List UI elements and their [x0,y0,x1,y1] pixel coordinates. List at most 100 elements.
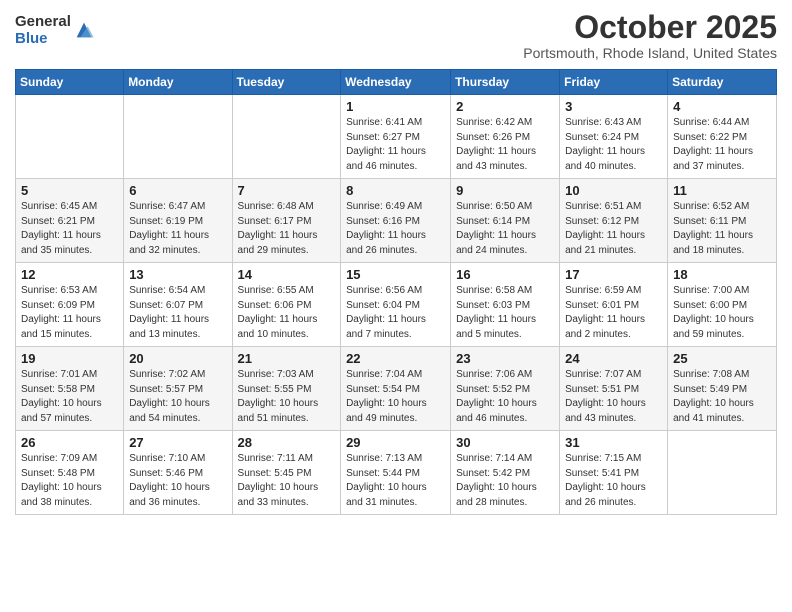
day-number: 9 [456,183,554,198]
day-number: 16 [456,267,554,282]
day-info: Sunrise: 6:54 AM Sunset: 6:07 PM Dayligh… [129,284,226,342]
day-info: Sunrise: 6:49 AM Sunset: 6:16 PM Dayligh… [346,200,445,258]
day-number: 20 [129,351,226,366]
day-info: Sunrise: 7:06 AM Sunset: 5:52 PM Dayligh… [456,368,554,426]
table-row: 17 Sunrise: 6:59 AM Sunset: 6:01 PM Dayli… [560,263,668,347]
day-info: Sunrise: 7:00 AM Sunset: 6:00 PM Dayligh… [673,284,771,342]
day-number: 23 [456,351,554,366]
day-number: 4 [673,99,771,114]
calendar-table: Sunday Monday Tuesday Wednesday Thursday… [15,69,777,515]
day-number: 19 [21,351,118,366]
table-row: 19 Sunrise: 7:01 AM Sunset: 5:58 PM Dayli… [16,347,124,431]
month-title: October 2025 [523,10,777,45]
day-number: 31 [565,435,662,450]
table-row: 26 Sunrise: 7:09 AM Sunset: 5:48 PM Dayli… [16,431,124,515]
day-number: 29 [346,435,445,450]
col-wednesday: Wednesday [341,70,451,95]
day-info: Sunrise: 6:55 AM Sunset: 6:06 PM Dayligh… [238,284,336,342]
table-row: 4Sunrise: 6:44 AM Sunset: 6:22 PM Daylig… [668,95,777,179]
col-tuesday: Tuesday [232,70,341,95]
day-number: 11 [673,183,771,198]
day-number: 8 [346,183,445,198]
day-info: Sunrise: 6:53 AM Sunset: 6:09 PM Dayligh… [21,284,118,342]
day-number: 18 [673,267,771,282]
day-info: Sunrise: 6:41 AM Sunset: 6:27 PM Dayligh… [346,116,445,174]
table-row: 27Sunrise: 7:10 AM Sunset: 5:46 PM Dayli… [124,431,232,515]
day-number: 24 [565,351,662,366]
day-number: 13 [129,267,226,282]
calendar-header-row: Sunday Monday Tuesday Wednesday Thursday… [16,70,777,95]
table-row: 20 Sunrise: 7:02 AM Sunset: 5:57 PM Dayli… [124,347,232,431]
day-info: Sunrise: 7:10 AM Sunset: 5:46 PM Dayligh… [129,452,226,510]
table-row [232,95,341,179]
day-info: Sunrise: 7:13 AM Sunset: 5:44 PM Dayligh… [346,452,445,510]
table-row: 18 Sunrise: 7:00 AM Sunset: 6:00 PM Dayli… [668,263,777,347]
table-row: 9 Sunrise: 6:50 AM Sunset: 6:14 PM Daylig… [451,179,560,263]
location-subtitle: Portsmouth, Rhode Island, United States [523,45,777,61]
logo-general-text: General [15,14,71,31]
day-number: 5 [21,183,118,198]
table-row: 21Sunrise: 7:03 AM Sunset: 5:55 PM Dayli… [232,347,341,431]
table-row: 10 Sunrise: 6:51 AM Sunset: 6:12 PM Dayli… [560,179,668,263]
title-block: October 2025 Portsmouth, Rhode Island, U… [523,10,777,61]
calendar-week-row: 19 Sunrise: 7:01 AM Sunset: 5:58 PM Dayli… [16,347,777,431]
table-row: 1 Sunrise: 6:41 AM Sunset: 6:27 PM Daylig… [341,95,451,179]
day-info: Sunrise: 6:59 AM Sunset: 6:01 PM Dayligh… [565,284,662,342]
day-number: 26 [21,435,118,450]
day-number: 3 [565,99,662,114]
day-number: 21 [238,351,336,366]
table-row: 13 Sunrise: 6:54 AM Sunset: 6:07 PM Dayli… [124,263,232,347]
day-info: Sunrise: 7:07 AM Sunset: 5:51 PM Dayligh… [565,368,662,426]
day-info: Sunrise: 7:08 AM Sunset: 5:49 PM Dayligh… [673,368,771,426]
day-number: 25 [673,351,771,366]
table-row: 6 Sunrise: 6:47 AM Sunset: 6:19 PM Daylig… [124,179,232,263]
day-number: 15 [346,267,445,282]
calendar-week-row: 1 Sunrise: 6:41 AM Sunset: 6:27 PM Daylig… [16,95,777,179]
logo-icon [73,19,95,41]
day-info: Sunrise: 6:48 AM Sunset: 6:17 PM Dayligh… [238,200,336,258]
table-row: 29 Sunrise: 7:13 AM Sunset: 5:44 PM Dayli… [341,431,451,515]
table-row: 8 Sunrise: 6:49 AM Sunset: 6:16 PM Daylig… [341,179,451,263]
table-row: 31 Sunrise: 7:15 AM Sunset: 5:41 PM Dayli… [560,431,668,515]
day-info: Sunrise: 7:14 AM Sunset: 5:42 PM Dayligh… [456,452,554,510]
col-sunday: Sunday [16,70,124,95]
table-row: 15 Sunrise: 6:56 AM Sunset: 6:04 PM Dayli… [341,263,451,347]
day-info: Sunrise: 7:11 AM Sunset: 5:45 PM Dayligh… [238,452,336,510]
table-row: 22Sunrise: 7:04 AM Sunset: 5:54 PM Dayli… [341,347,451,431]
day-number: 2 [456,99,554,114]
day-info: Sunrise: 6:58 AM Sunset: 6:03 PM Dayligh… [456,284,554,342]
day-info: Sunrise: 6:56 AM Sunset: 6:04 PM Dayligh… [346,284,445,342]
day-info: Sunrise: 6:47 AM Sunset: 6:19 PM Dayligh… [129,200,226,258]
table-row: 3 Sunrise: 6:43 AM Sunset: 6:24 PM Daylig… [560,95,668,179]
day-number: 6 [129,183,226,198]
day-info: Sunrise: 7:02 AM Sunset: 5:57 PM Dayligh… [129,368,226,426]
table-row: 24 Sunrise: 7:07 AM Sunset: 5:51 PM Dayli… [560,347,668,431]
calendar-week-row: 26 Sunrise: 7:09 AM Sunset: 5:48 PM Dayli… [16,431,777,515]
day-info: Sunrise: 7:15 AM Sunset: 5:41 PM Dayligh… [565,452,662,510]
day-info: Sunrise: 6:43 AM Sunset: 6:24 PM Dayligh… [565,116,662,174]
day-info: Sunrise: 6:50 AM Sunset: 6:14 PM Dayligh… [456,200,554,258]
col-thursday: Thursday [451,70,560,95]
day-number: 10 [565,183,662,198]
col-friday: Friday [560,70,668,95]
day-number: 7 [238,183,336,198]
table-row: 7 Sunrise: 6:48 AM Sunset: 6:17 PM Daylig… [232,179,341,263]
table-row: 11 Sunrise: 6:52 AM Sunset: 6:11 PM Dayli… [668,179,777,263]
day-number: 22 [346,351,445,366]
day-info: Sunrise: 6:51 AM Sunset: 6:12 PM Dayligh… [565,200,662,258]
table-row: 25 Sunrise: 7:08 AM Sunset: 5:49 PM Dayli… [668,347,777,431]
day-number: 1 [346,99,445,114]
day-number: 17 [565,267,662,282]
day-info: Sunrise: 6:42 AM Sunset: 6:26 PM Dayligh… [456,116,554,174]
day-info: Sunrise: 6:45 AM Sunset: 6:21 PM Dayligh… [21,200,118,258]
table-row: 16 Sunrise: 6:58 AM Sunset: 6:03 PM Dayli… [451,263,560,347]
day-info: Sunrise: 7:09 AM Sunset: 5:48 PM Dayligh… [21,452,118,510]
table-row: 28 Sunrise: 7:11 AM Sunset: 5:45 PM Dayli… [232,431,341,515]
table-row: 30Sunrise: 7:14 AM Sunset: 5:42 PM Dayli… [451,431,560,515]
day-number: 28 [238,435,336,450]
day-info: Sunrise: 7:01 AM Sunset: 5:58 PM Dayligh… [21,368,118,426]
table-row [124,95,232,179]
day-info: Sunrise: 6:52 AM Sunset: 6:11 PM Dayligh… [673,200,771,258]
logo-blue-text: Blue [15,31,71,48]
col-monday: Monday [124,70,232,95]
